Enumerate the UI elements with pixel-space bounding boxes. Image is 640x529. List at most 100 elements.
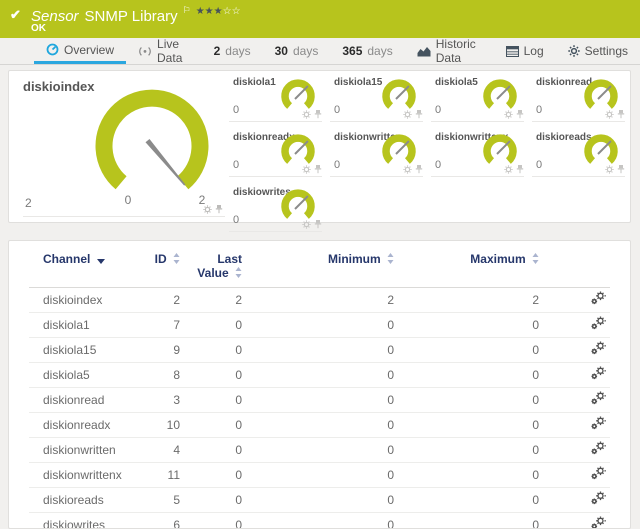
channel-settings-button[interactable] <box>591 316 606 330</box>
sort-desc-icon <box>97 253 105 267</box>
column-header-channel[interactable]: Channel <box>29 241 144 288</box>
cell-id: 6 <box>144 513 184 529</box>
tab-2-days[interactable]: 2 days <box>202 38 263 64</box>
tab-settings[interactable]: Settings <box>556 38 640 64</box>
cell-last-value: 0 <box>184 313 246 338</box>
gauge-pin-icon[interactable] <box>617 165 625 174</box>
gauge-settings-gear-icon[interactable] <box>605 110 614 119</box>
cell-channel: diskioindex <box>29 288 144 313</box>
gauge-settings-gear-icon[interactable] <box>403 110 412 119</box>
cell-last-value: 2 <box>184 288 246 313</box>
cell-id: 9 <box>144 338 184 363</box>
gauge-settings-gear-icon[interactable] <box>403 165 412 174</box>
gauge-pin-icon[interactable] <box>415 165 423 174</box>
small-gauge-tile[interactable]: diskionwrittenx 0 <box>431 130 524 177</box>
small-gauge-value: 0 <box>435 159 441 171</box>
table-row: diskioreads 5 0 0 0 <box>29 488 610 513</box>
cell-channel: diskionreadx <box>29 413 144 438</box>
gauge-pin-icon[interactable] <box>215 205 223 214</box>
tab-settings-label: Settings <box>585 44 628 58</box>
sensor-title-line: SensorSNMP Library⚐★★★☆☆ <box>31 5 241 25</box>
cell-last-value: 0 <box>184 388 246 413</box>
cell-id: 8 <box>144 363 184 388</box>
channel-settings-button[interactable] <box>591 341 606 355</box>
small-gauge-tile[interactable]: diskionread 0 <box>532 75 625 122</box>
tab-30-days-unit: days <box>293 44 318 58</box>
gauge-settings-gear-icon[interactable] <box>302 165 311 174</box>
gauges-panel: diskioindex 2 0 2 diskiola1 0 <box>8 70 631 223</box>
small-gauge-tile[interactable]: diskiowrites 0 <box>229 185 322 232</box>
status-check-icon: ✔ <box>10 7 21 23</box>
small-gauge-tile[interactable]: diskionreadx 0 <box>229 130 322 177</box>
small-gauge-value: 0 <box>334 104 340 116</box>
column-header-minimum[interactable]: Minimum <box>246 241 398 288</box>
gauge-pin-icon[interactable] <box>415 110 423 119</box>
channel-settings-button[interactable] <box>591 291 606 305</box>
channel-settings-button[interactable] <box>591 516 606 529</box>
gauge-pin-icon[interactable] <box>516 110 524 119</box>
column-header-maximum-label: Maximum <box>470 252 525 266</box>
gears-icon <box>591 416 606 430</box>
channel-settings-button[interactable] <box>591 491 606 505</box>
table-header-row: Channel ID Last Value Minimum <box>29 241 610 288</box>
page-title: SNMP Library <box>85 8 178 25</box>
gauge-settings-gear-icon[interactable] <box>203 205 212 214</box>
gauge-settings-gear-icon[interactable] <box>302 110 311 119</box>
primary-gauge-tile[interactable]: diskioindex 2 0 2 <box>15 75 227 217</box>
small-gauge-value: 0 <box>233 214 239 226</box>
tab-2-days-unit: days <box>225 44 250 58</box>
channel-settings-button[interactable] <box>591 466 606 480</box>
channel-settings-button[interactable] <box>591 441 606 455</box>
channel-settings-button[interactable] <box>591 366 606 380</box>
cell-minimum: 0 <box>246 388 398 413</box>
tab-live-data[interactable]: Live Data <box>126 38 202 64</box>
column-header-channel-label: Channel <box>43 252 90 266</box>
small-gauge-tile[interactable]: diskionwritten 0 <box>330 130 423 177</box>
gauge-settings-gear-icon[interactable] <box>504 110 513 119</box>
flag-icon[interactable]: ⚐ <box>183 5 191 15</box>
cell-id: 11 <box>144 463 184 488</box>
cell-minimum: 0 <box>246 413 398 438</box>
tab-historic-data-label: Historic Data <box>436 37 482 65</box>
column-header-last-value[interactable]: Last Value <box>184 241 246 288</box>
gears-icon <box>591 341 606 355</box>
cell-channel: diskiola15 <box>29 338 144 363</box>
channel-settings-button[interactable] <box>591 416 606 430</box>
gauge-pin-icon[interactable] <box>314 220 322 229</box>
cell-minimum: 0 <box>246 488 398 513</box>
tab-overview[interactable]: Overview <box>34 38 126 64</box>
cell-last-value: 0 <box>184 338 246 363</box>
tab-365-days-unit: days <box>367 44 392 58</box>
channel-settings-button[interactable] <box>591 391 606 405</box>
cell-minimum: 0 <box>246 313 398 338</box>
cell-id: 2 <box>144 288 184 313</box>
cell-channel: diskiowrites <box>29 513 144 529</box>
gauge-pin-icon[interactable] <box>314 110 322 119</box>
tab-live-data-label: Live Data <box>157 37 190 65</box>
cell-channel: diskionwritten <box>29 438 144 463</box>
small-gauge-value: 0 <box>536 104 542 116</box>
tab-365-days[interactable]: 365 days <box>330 38 404 64</box>
table-row: diskioindex 2 2 2 2 <box>29 288 610 313</box>
gauge-pin-icon[interactable] <box>617 110 625 119</box>
cell-maximum: 0 <box>398 363 543 388</box>
column-header-maximum[interactable]: Maximum <box>398 241 543 288</box>
small-gauge-tile[interactable]: diskiola1 0 <box>229 75 322 122</box>
column-header-id-label: ID <box>155 252 167 266</box>
gauge-pin-icon[interactable] <box>516 165 524 174</box>
tab-historic-data[interactable]: Historic Data <box>405 38 494 64</box>
gauge-settings-gear-icon[interactable] <box>302 220 311 229</box>
small-gauge-tile[interactable]: diskiola15 0 <box>330 75 423 122</box>
priority-stars[interactable]: ★★★☆☆ <box>196 6 241 17</box>
small-gauge-tile[interactable]: diskiola5 0 <box>431 75 524 122</box>
column-header-id[interactable]: ID <box>144 241 184 288</box>
tab-30-days[interactable]: 30 days <box>263 38 331 64</box>
tab-log[interactable]: Log <box>494 38 556 64</box>
small-gauge-tile[interactable]: diskioreads 0 <box>532 130 625 177</box>
table-row: diskionreadx 10 0 0 0 <box>29 413 610 438</box>
gauge-pin-icon[interactable] <box>314 165 322 174</box>
gauge-settings-gear-icon[interactable] <box>504 165 513 174</box>
cell-last-value: 0 <box>184 463 246 488</box>
gauge-settings-gear-icon[interactable] <box>605 165 614 174</box>
gears-icon <box>591 316 606 330</box>
